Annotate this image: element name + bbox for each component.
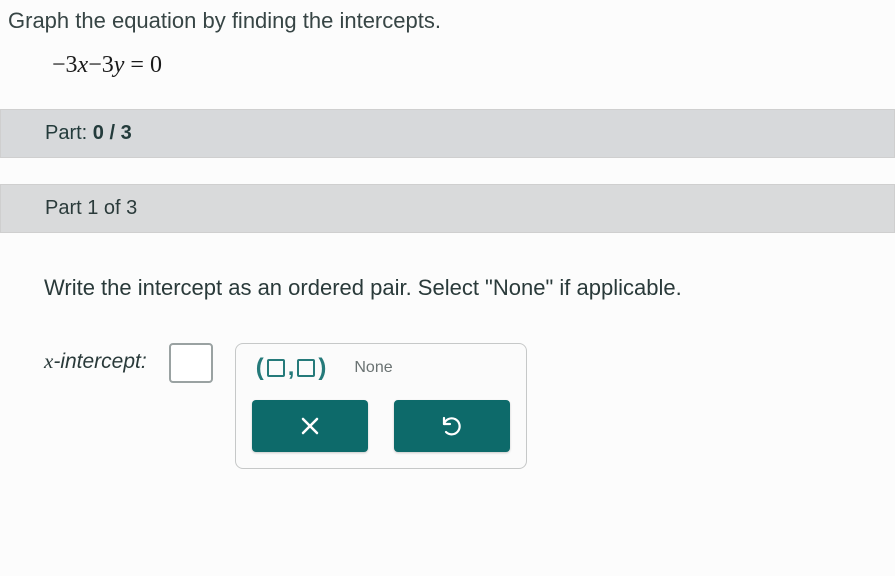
tool-row-templates: (,) None (250, 354, 512, 382)
question-title: Graph the equation by finding the interc… (0, 8, 895, 52)
progress-prefix: Part: (45, 122, 93, 144)
part-body: Write the intercept as an ordered pair. … (0, 233, 895, 469)
answer-row: x-intercept: (,) None (44, 343, 851, 469)
progress-current: 0 (93, 122, 104, 144)
undo-icon (440, 414, 464, 438)
ordered-pair-button[interactable]: (,) (256, 354, 327, 382)
progress-total: 3 (121, 122, 132, 144)
placeholder-icon (267, 359, 285, 377)
tool-palette: (,) None (235, 343, 527, 469)
tool-row-actions (250, 400, 512, 452)
none-button[interactable]: None (354, 359, 392, 377)
part-instruction: Write the intercept as an ordered pair. … (44, 275, 851, 301)
answer-input[interactable] (169, 343, 213, 383)
placeholder-icon (297, 359, 315, 377)
progress-sep: / (104, 122, 121, 144)
equation-display: −3x−3y = 0 (0, 52, 895, 109)
clear-button[interactable] (252, 400, 368, 452)
x-intercept-label: x-intercept: (44, 343, 147, 374)
reset-button[interactable] (394, 400, 510, 452)
progress-bar: Part: 0 / 3 (0, 109, 895, 158)
part-header: Part 1 of 3 (0, 184, 895, 233)
close-icon (299, 415, 321, 437)
